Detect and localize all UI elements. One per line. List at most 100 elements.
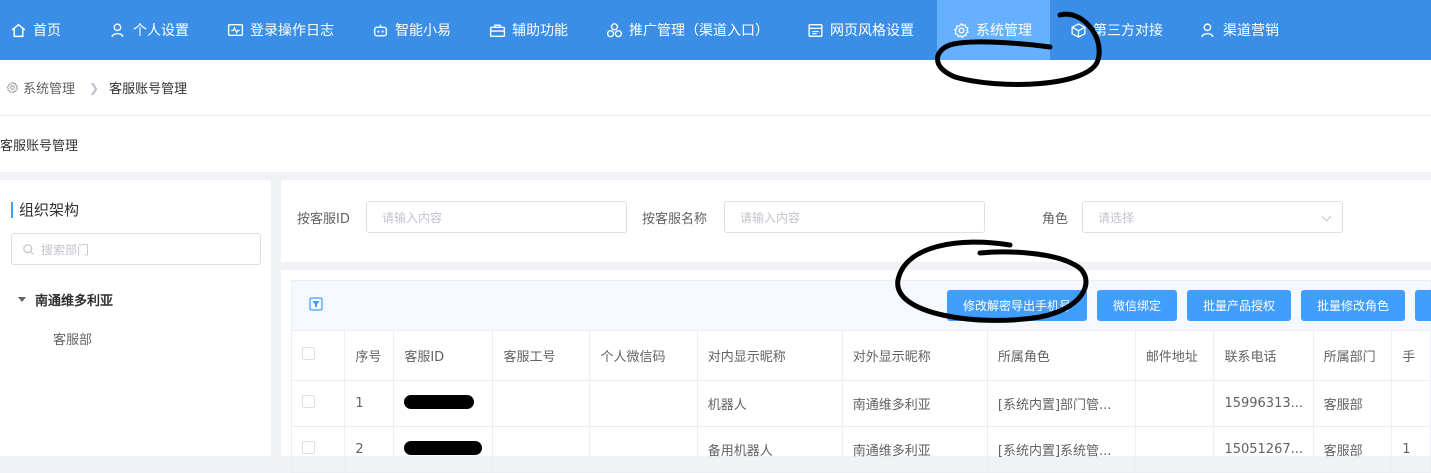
staff-id-input[interactable]: 请输入内容 [366,201,627,233]
input-placeholder: 请输入内容 [740,210,801,225]
cell-email [1134,380,1215,427]
page-title: 客服账号管理 [0,138,79,154]
column-header: 联系电话 [1213,330,1314,381]
org-panel-title: 组织架构 [11,202,79,218]
staff-name-input[interactable]: 请输入内容 [724,201,985,233]
nav-item-login-log[interactable]: 登录操作日志 [227,0,334,60]
table-panel: 修改解密导出手机号 微信绑定 批量产品授权 批量修改角色 序号 客服ID 客服工… [281,270,1431,473]
filter-role-label: 角色 [1042,212,1069,227]
nav-item-label: 智能小易 [395,23,451,39]
column-header: 对内显示昵称 [696,330,843,381]
staff-table: 序号 客服ID 客服工号 个人微信码 对内显示昵称 对外显示昵称 所属角色 邮件… [290,330,1431,473]
search-placeholder: 搜索部门 [41,242,90,257]
cell-index: 1 [344,380,395,427]
cell-dept: 客服部 [1312,426,1393,473]
column-header: 对外显示昵称 [841,330,988,381]
column-header: 个人微信码 [589,330,698,381]
column-header: 所属角色 [986,330,1136,381]
table-row[interactable]: 1 机器人 南通维多利亚 [系统内置]部门管... 15996313... 客服… [290,380,1431,427]
nav-item-label: 推广管理（渠道入口） [629,23,769,39]
row-checkbox[interactable] [302,441,315,454]
redaction-mark [404,394,475,409]
chevron-down-icon [1321,211,1332,222]
more-button[interactable] [1415,290,1431,321]
cell-role: [系统内置]系统管... [986,426,1136,473]
nav-item-system-management[interactable]: 系统管理 [937,0,1050,60]
column-header: 客服工号 [492,330,591,381]
tree-node-label: 南通维多利亚 [35,294,114,309]
cell-staff-no [492,380,591,427]
chevron-right-icon: ❯ [89,80,100,95]
nav-item-label: 个人设置 [133,23,189,39]
gear-icon [6,81,19,94]
nav-item-promotion[interactable]: 推广管理（渠道入口） [606,0,769,60]
robot-icon [373,24,388,37]
export-decrypted-phone-button[interactable]: 修改解密导出手机号 [947,290,1087,321]
column-header: 客服ID [393,330,494,381]
filter-icon[interactable] [309,297,323,311]
batch-edit-role-button[interactable]: 批量修改角色 [1301,290,1405,321]
network-icon [606,22,623,37]
wechat-bind-button[interactable]: 微信绑定 [1097,290,1177,321]
cell-role: [系统内置]部门管... [986,380,1136,427]
cell-outer-name: 南通维多利亚 [841,380,988,427]
nav-item-auxiliary[interactable]: 辅助功能 [489,0,568,60]
cell-inner-name: 机器人 [696,380,843,427]
cube-icon [1071,22,1086,38]
toolbox-icon [489,23,506,37]
input-placeholder: 请输入内容 [382,210,443,225]
cell-email [1134,426,1215,473]
department-search-input[interactable]: 搜索部门 [11,233,261,265]
tree-node-child[interactable]: 客服部 [53,329,92,348]
column-header: 所属部门 [1312,330,1393,381]
nav-item-label: 登录操作日志 [250,23,334,39]
caret-down-icon[interactable] [18,297,26,302]
cell-staff-id [393,426,494,473]
user-icon [1201,22,1214,37]
table-header-row: 序号 客服ID 客服工号 个人微信码 对内显示昵称 对外显示昵称 所属角色 邮件… [290,330,1431,381]
nav-item-label: 辅助功能 [512,23,568,39]
select-all-checkbox-cell[interactable] [290,330,346,381]
table-row[interactable]: 2 备用机器人 南通维多利亚 [系统内置]系统管... 15051267... … [290,426,1431,473]
breadcrumb: 系统管理 ❯ 客服账号管理 [0,60,1431,116]
nav-item-label: 第三方对接 [1093,23,1163,39]
filter-panel: 按客服ID 请输入内容 按客服名称 请输入内容 角色 请选择 [281,180,1431,262]
nav-item-channel-marketing[interactable]: 渠道营销 [1200,0,1279,60]
row-checkbox[interactable] [302,395,315,408]
row-checkbox-cell[interactable] [290,426,346,473]
cell-wechat [589,380,698,427]
nav-item-page-style[interactable]: 网页风格设置 [807,0,914,60]
user-icon [111,22,124,37]
cell-phone: 15996313... [1213,380,1314,427]
cell-staff-id [393,380,494,427]
nav-item-personal-settings[interactable]: 个人设置 [110,0,189,60]
nav-item-smart-assistant[interactable]: 智能小易 [372,0,451,60]
monitor-icon [227,23,244,36]
nav-item-third-party[interactable]: 第三方对接 [1070,0,1163,60]
search-icon [23,243,34,255]
role-select[interactable]: 请选择 [1082,201,1343,233]
row-checkbox-cell[interactable] [290,380,346,427]
tree-node-root[interactable]: 南通维多利亚 [18,290,113,309]
breadcrumb-root[interactable]: 系统管理 [23,78,75,97]
filter-id-label: 按客服ID [297,212,350,227]
nav-item-label: 渠道营销 [1223,23,1279,39]
cell-outer-name: 南通维多利亚 [841,426,988,473]
redaction-mark [404,440,483,455]
cell-inner-name: 备用机器人 [696,426,843,473]
column-header: 序号 [344,330,395,381]
nav-item-label: 网页风格设置 [830,23,914,39]
column-header: 邮件地址 [1134,330,1215,381]
select-placeholder: 请选择 [1098,210,1135,225]
column-header: 手 [1391,330,1431,381]
nav-item-label: 首页 [33,23,61,39]
cell-staff-no [492,426,591,473]
breadcrumb-current: 客服账号管理 [109,82,188,97]
top-nav-bar: 首页 个人设置 登录操作日志 智能小易 辅助功能 推广管理（渠道入口） 网页风格… [0,0,1431,60]
cell-phone: 15051267... [1213,426,1314,473]
select-all-checkbox[interactable] [302,347,315,360]
nav-item-home[interactable]: 首页 [10,0,61,60]
window-icon [808,23,823,37]
cell-extra: 1 [1391,426,1431,473]
batch-product-auth-button[interactable]: 批量产品授权 [1187,290,1291,321]
